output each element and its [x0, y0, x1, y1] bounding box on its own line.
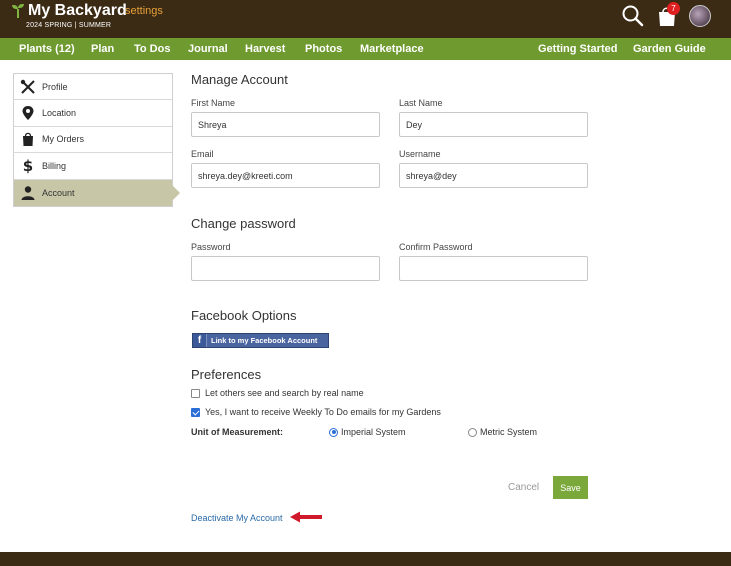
sidebar-item-label: My Orders	[42, 134, 85, 145]
nav-marketplace[interactable]: Marketplace	[360, 38, 424, 60]
nav-harvest[interactable]: Harvest	[245, 38, 285, 60]
dollar-icon: $	[22, 156, 34, 175]
sidebar-item-label: Location	[42, 108, 77, 119]
settings-link[interactable]: settings	[125, 5, 163, 17]
confirm-password-label: Confirm Password	[399, 242, 473, 252]
nav-garden-guide[interactable]: Garden Guide	[633, 38, 706, 60]
facebook-icon: f	[193, 334, 207, 347]
first-name-field[interactable]	[191, 112, 380, 137]
search-icon[interactable]	[621, 4, 645, 28]
top-header: My Backyard 2024 SPRING | SUMMER setting…	[0, 0, 731, 38]
sidebar-item-account[interactable]: Account	[14, 179, 180, 206]
avatar[interactable]	[689, 5, 711, 27]
first-name-label: First Name	[191, 98, 236, 108]
username-label: Username	[399, 149, 441, 159]
username-field[interactable]	[399, 163, 588, 188]
sidebar-item-label: Billing	[42, 160, 67, 171]
brand-name: My Backyard	[28, 2, 127, 19]
red-arrow-icon	[290, 511, 322, 523]
logo[interactable]: My Backyard 2024 SPRING | SUMMER	[12, 2, 127, 29]
weekly-email-option[interactable]: Yes, I want to receive Weekly To Do emai…	[191, 407, 441, 417]
cart-badge: 7	[667, 2, 680, 15]
last-name-label: Last Name	[399, 98, 443, 108]
email-field[interactable]	[191, 163, 380, 188]
save-button[interactable]: Save	[553, 476, 588, 499]
cancel-button[interactable]: Cancel	[508, 482, 539, 493]
nav-journal[interactable]: Journal	[188, 38, 228, 60]
confirm-password-field[interactable]	[399, 256, 588, 281]
settings-sidebar: Profile Location My Orders $ Billing Acc…	[13, 73, 180, 207]
link-facebook-label: Link to my Facebook Account	[211, 336, 318, 345]
user-icon	[20, 185, 36, 201]
weekly-email-label: Yes, I want to receive Weekly To Do emai…	[205, 407, 441, 417]
tools-icon	[20, 79, 36, 95]
sprout-icon	[12, 4, 24, 18]
cart-icon[interactable]: 7	[657, 2, 680, 27]
imperial-radio[interactable]	[329, 427, 338, 437]
real-name-checkbox[interactable]	[191, 388, 200, 398]
unit-of-measurement-label: Unit of Measurement:	[191, 427, 284, 437]
email-label: Email	[191, 149, 214, 159]
real-name-label: Let others see and search by real name	[205, 388, 364, 398]
main-nav: Plants (12) Plan To Dos Journal Harvest …	[0, 38, 731, 60]
weekly-email-checkbox[interactable]	[191, 407, 200, 417]
nav-todos[interactable]: To Dos	[134, 38, 170, 60]
metric-radio[interactable]	[468, 427, 477, 437]
imperial-option[interactable]: Imperial System	[329, 427, 406, 437]
nav-plants[interactable]: Plants (12)	[19, 38, 75, 60]
change-password-title: Change password	[191, 216, 296, 231]
location-pin-icon	[20, 105, 36, 121]
last-name-field[interactable]	[399, 112, 588, 137]
sidebar-item-location[interactable]: Location	[14, 100, 172, 127]
imperial-label: Imperial System	[341, 427, 406, 437]
password-label: Password	[191, 242, 231, 252]
footer	[0, 552, 731, 566]
sidebar-item-label: Account	[42, 187, 75, 198]
sidebar-item-label: Profile	[42, 81, 68, 92]
facebook-options-title: Facebook Options	[191, 308, 297, 323]
nav-photos[interactable]: Photos	[305, 38, 342, 60]
sidebar-item-orders[interactable]: My Orders	[14, 126, 172, 154]
metric-option[interactable]: Metric System	[468, 427, 537, 437]
manage-account-title: Manage Account	[191, 72, 288, 87]
real-name-option[interactable]: Let others see and search by real name	[191, 388, 364, 398]
nav-getting-started[interactable]: Getting Started	[538, 38, 617, 60]
nav-plan[interactable]: Plan	[91, 38, 114, 60]
sidebar-item-profile[interactable]: Profile	[14, 74, 172, 101]
season-label: 2024 SPRING | SUMMER	[26, 22, 112, 29]
shopping-bag-icon	[20, 131, 36, 147]
preferences-title: Preferences	[191, 367, 262, 382]
password-field[interactable]	[191, 256, 380, 281]
link-facebook-button[interactable]: f Link to my Facebook Account	[192, 333, 329, 348]
deactivate-account-link[interactable]: Deactivate My Account	[191, 513, 283, 523]
sidebar-item-billing[interactable]: $ Billing	[14, 153, 172, 180]
metric-label: Metric System	[480, 427, 538, 437]
